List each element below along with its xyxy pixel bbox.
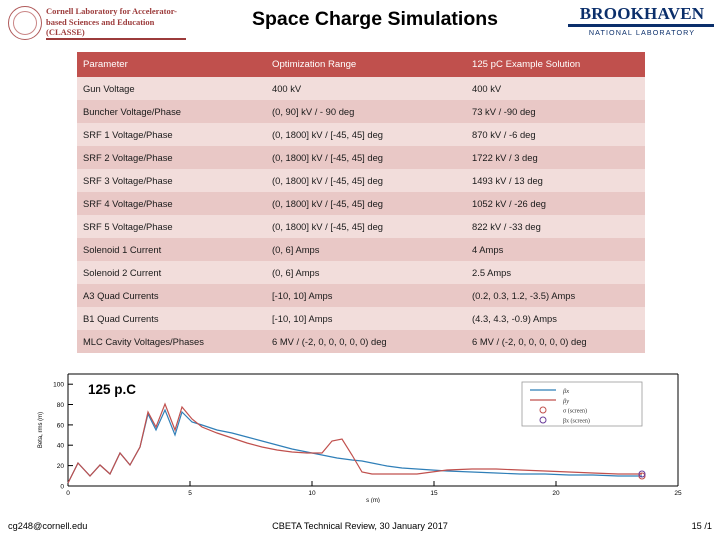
x-axis-ticks xyxy=(67,481,679,486)
legend-label-betax-screen: βx (screen) xyxy=(563,418,590,425)
cell-range: (0, 90] kV / - 90 deg xyxy=(266,100,466,123)
cell-solution: 6 MV / (-2, 0, 0, 0, 0, 0) deg xyxy=(466,330,645,353)
cell-parameter: Gun Voltage xyxy=(77,77,266,100)
x-axis-tick-labels: 0 5 10 15 20 25 xyxy=(66,490,682,497)
svg-text:10: 10 xyxy=(308,490,316,497)
cell-parameter: SRF 5 Voltage/Phase xyxy=(77,215,266,238)
cell-parameter: MLC Cavity Voltages/Phases xyxy=(77,330,266,353)
table-header-row: Parameter Optimization Range 125 pC Exam… xyxy=(77,52,645,77)
brookhaven-logo-bar xyxy=(568,24,714,27)
cell-range: (0, 1800] kV / [-45, 45] deg xyxy=(266,192,466,215)
svg-text:20: 20 xyxy=(552,490,560,497)
svg-text:25: 25 xyxy=(674,490,682,497)
svg-text:80: 80 xyxy=(57,402,65,409)
svg-text:20: 20 xyxy=(57,463,65,470)
cell-range: [-10, 10] Amps xyxy=(266,307,466,330)
table-row: Buncher Voltage/Phase (0, 90] kV / - 90 … xyxy=(77,100,645,123)
cell-solution: 2.5 Amps xyxy=(466,261,645,284)
table-row: SRF 4 Voltage/Phase (0, 1800] kV / [-45,… xyxy=(77,192,645,215)
table-row: MLC Cavity Voltages/Phases 6 MV / (-2, 0… xyxy=(77,330,645,353)
legend-label-sigma-screen: σ (screen) xyxy=(563,408,587,415)
cell-solution: 1493 kV / 13 deg xyxy=(466,169,645,192)
cornell-logo-rule xyxy=(46,38,186,40)
column-header-optimization-range: Optimization Range xyxy=(266,52,466,77)
cell-range: (0, 1800] kV / [-45, 45] deg xyxy=(266,123,466,146)
y-axis-label: Beta, rms (m) xyxy=(38,412,44,448)
svg-text:0: 0 xyxy=(60,484,64,491)
cornell-logo-text: Cornell Laboratory for Accelerator-based… xyxy=(46,6,177,37)
legend-label-betax: βx xyxy=(562,388,569,395)
table-row: A3 Quad Currents [-10, 10] Amps (0.2, 0.… xyxy=(77,284,645,307)
cell-solution: 1052 kV / -26 deg xyxy=(466,192,645,215)
cell-solution: (0.2, 0.3, 1.2, -3.5) Amps xyxy=(466,284,645,307)
cell-parameter: Buncher Voltage/Phase xyxy=(77,100,266,123)
cell-range: 6 MV / (-2, 0, 0, 0, 0, 0) deg xyxy=(266,330,466,353)
cell-range: [-10, 10] Amps xyxy=(266,284,466,307)
cell-solution: (4.3, 4.3, -0.9) Amps xyxy=(466,307,645,330)
cell-parameter: B1 Quad Currents xyxy=(77,307,266,330)
column-header-parameter: Parameter xyxy=(77,52,266,77)
svg-text:40: 40 xyxy=(57,443,65,450)
cell-parameter: Solenoid 2 Current xyxy=(77,261,266,284)
brookhaven-logo: BROOKHAVEN NATIONAL LABORATORY xyxy=(568,4,716,40)
cell-solution: 870 kV / -6 deg xyxy=(466,123,645,146)
page-title: Space Charge Simulations xyxy=(252,8,498,30)
y-axis-ticks xyxy=(68,383,73,487)
cell-parameter: SRF 3 Voltage/Phase xyxy=(77,169,266,192)
cell-solution: 4 Amps xyxy=(466,238,645,261)
footer-event: CBETA Technical Review, 30 January 2017 xyxy=(272,521,448,531)
parameters-table: Parameter Optimization Range 125 pC Exam… xyxy=(77,52,645,353)
table-row: SRF 3 Voltage/Phase (0, 1800] kV / [-45,… xyxy=(77,169,645,192)
svg-text:60: 60 xyxy=(57,422,65,429)
slide-header: Cornell Laboratory for Accelerator-based… xyxy=(0,0,720,46)
cell-solution: 400 kV xyxy=(466,77,645,100)
cell-parameter: A3 Quad Currents xyxy=(77,284,266,307)
cell-range: (0, 1800] kV / [-45, 45] deg xyxy=(266,169,466,192)
cell-range: (0, 6] Amps xyxy=(266,238,466,261)
table-body: Gun Voltage 400 kV 400 kV Buncher Voltag… xyxy=(77,77,645,353)
svg-text:100: 100 xyxy=(53,382,64,389)
cell-solution: 73 kV / -90 deg xyxy=(466,100,645,123)
table-row: B1 Quad Currents [-10, 10] Amps (4.3, 4.… xyxy=(77,307,645,330)
cell-parameter: SRF 4 Voltage/Phase xyxy=(77,192,266,215)
parameters-table-container: Parameter Optimization Range 125 pC Exam… xyxy=(77,52,645,353)
legend-label-betay: βy xyxy=(562,398,569,405)
cornell-seal-icon xyxy=(8,6,42,40)
cell-range: 400 kV xyxy=(266,77,466,100)
brookhaven-logo-name: BROOKHAVEN xyxy=(579,4,705,23)
cell-solution: 1722 kV / 3 deg xyxy=(466,146,645,169)
plot-annotation-charge: 125 p.C xyxy=(88,382,137,397)
cell-range: (0, 1800] kV / [-45, 45] deg xyxy=(266,215,466,238)
column-header-example-solution: 125 pC Example Solution xyxy=(466,52,645,77)
plot-legend: βx βy σ (screen) βx (screen) xyxy=(521,381,643,427)
beam-optics-plot: 0 5 10 15 20 25 s (m) 0 20 40 60 80 100 … xyxy=(30,368,690,503)
cell-parameter: SRF 1 Voltage/Phase xyxy=(77,123,266,146)
footer-page-number: 15 /1 xyxy=(691,521,712,531)
table-row: Solenoid 1 Current (0, 6] Amps 4 Amps xyxy=(77,238,645,261)
x-axis-label: s (m) xyxy=(366,498,380,503)
table-row: Gun Voltage 400 kV 400 kV xyxy=(77,77,645,100)
cell-parameter: Solenoid 1 Current xyxy=(77,238,266,261)
slide-footer: cg248@cornell.edu CBETA Technical Review… xyxy=(0,521,720,537)
brookhaven-logo-subtitle: NATIONAL LABORATORY xyxy=(588,28,696,37)
table-row: SRF 1 Voltage/Phase (0, 1800] kV / [-45,… xyxy=(77,123,645,146)
table-row: SRF 2 Voltage/Phase (0, 1800] kV / [-45,… xyxy=(77,146,645,169)
table-row: Solenoid 2 Current (0, 6] Amps 2.5 Amps xyxy=(77,261,645,284)
svg-text:15: 15 xyxy=(430,490,438,497)
table-row: SRF 5 Voltage/Phase (0, 1800] kV / [-45,… xyxy=(77,215,645,238)
svg-text:5: 5 xyxy=(188,490,192,497)
cell-solution: 822 kV / -33 deg xyxy=(466,215,645,238)
cell-range: (0, 1800] kV / [-45, 45] deg xyxy=(266,146,466,169)
cell-parameter: SRF 2 Voltage/Phase xyxy=(77,146,266,169)
y-axis-tick-labels: 0 20 40 60 80 100 xyxy=(53,382,64,491)
svg-text:0: 0 xyxy=(66,490,70,497)
cornell-logo: Cornell Laboratory for Accelerator-based… xyxy=(6,2,186,44)
cell-range: (0, 6] Amps xyxy=(266,261,466,284)
